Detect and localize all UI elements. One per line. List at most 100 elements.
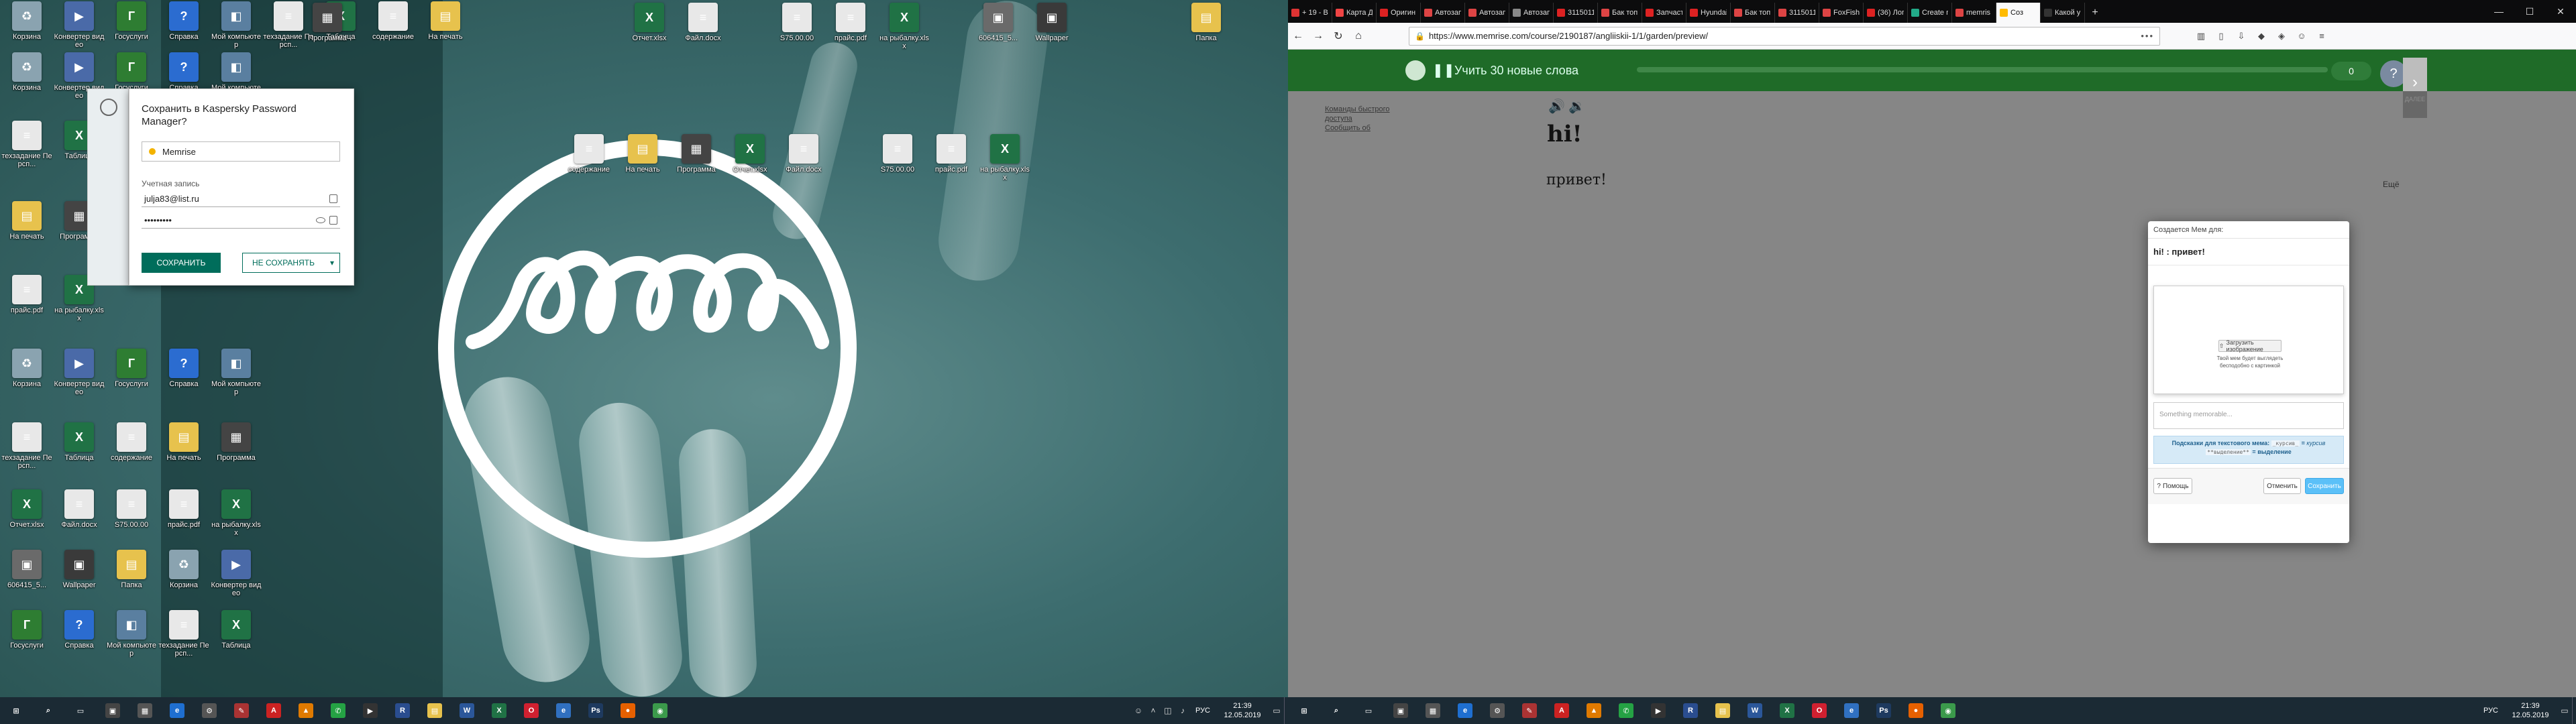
browser-tab[interactable]: 3115011	[1554, 3, 1598, 23]
taskbar-button-word[interactable]: W	[1739, 697, 1771, 724]
desktop-icon[interactable]: ? Справка	[158, 349, 209, 388]
help-button[interactable]: ? Помощь	[2153, 478, 2192, 494]
desktop-icon[interactable]: ▣ Wallpaper	[1026, 3, 1077, 42]
taskbar-button-store[interactable]: ▣	[1385, 697, 1417, 724]
url-bar[interactable]: 🔒 https://www.memrise.com/course/2190187…	[1409, 26, 2160, 46]
browser-tab[interactable]: Бак топ	[1598, 3, 1642, 23]
taskbar-button-taskview[interactable]: ▭	[1352, 697, 1385, 724]
desktop-icon[interactable]: ▦ Программа	[211, 422, 262, 462]
desktop-icon[interactable]: ? Справка	[158, 1, 209, 41]
taskbar-button-calc[interactable]: ▦	[1417, 697, 1449, 724]
taskbar-button-calc[interactable]: ▦	[129, 697, 161, 724]
desktop-icon[interactable]: ≡ Файл.docx	[678, 3, 729, 42]
desktop-icon[interactable]: ▤ На печать	[420, 1, 471, 41]
desktop-icon[interactable]: ♻ Корзина	[1, 52, 52, 92]
desktop-icon[interactable]: ≡ содержание	[564, 134, 614, 174]
taskbar-button-ie[interactable]: e	[1835, 697, 1868, 724]
taskbar-button-vlc[interactable]: ▲	[290, 697, 322, 724]
page-actions-icon[interactable]: •••	[2141, 31, 2154, 41]
taskbar-button-search[interactable]: ⌕	[32, 697, 64, 724]
taskbar-button-edge[interactable]: e	[161, 697, 193, 724]
desktop-icon[interactable]: ◧ Мой компьютер	[211, 349, 262, 396]
taskbar-button-chrome[interactable]: ◉	[1932, 697, 1964, 724]
taskbar-button-settings[interactable]: ⚙	[193, 697, 225, 724]
taskbar-button-excel[interactable]: X	[1771, 697, 1803, 724]
desktop-icon[interactable]: X Отчет.xlsx	[1, 489, 52, 529]
show-password-icon[interactable]	[316, 217, 325, 223]
browser-tab[interactable]: FoxFish	[1819, 3, 1864, 23]
taskbar-button-settings[interactable]: ⚙	[1481, 697, 1513, 724]
desktop-icon[interactable]: Xна рыбалку.xlsx	[979, 134, 1030, 182]
desktop-icon[interactable]: ≡ техзадание Персп...	[1, 121, 52, 168]
lock-icon[interactable]: 🔒	[1415, 32, 1425, 41]
copy-icon[interactable]	[329, 194, 337, 203]
notifications-icon[interactable]: ▭	[1269, 697, 1284, 724]
browser-tab[interactable]: Create m	[1908, 3, 1952, 23]
taskbar-button-search[interactable]: ⌕	[1320, 697, 1352, 724]
taskbar-button-paint[interactable]: ✎	[225, 697, 258, 724]
taskbar-button-start[interactable]: ⊞	[1288, 697, 1320, 724]
browser-tab[interactable]: Автозапча	[1509, 3, 1554, 23]
kaspersky-nosave-button[interactable]: НЕ СОХРАНЯТЬ ▾	[242, 253, 340, 273]
show-desktop-button[interactable]	[2572, 697, 2576, 724]
reload-icon[interactable]: ↻	[1328, 26, 1348, 46]
desktop-icon[interactable]: ≡ Файл.docx	[778, 134, 829, 174]
desktop-icon[interactable]: ♻ Корзина	[158, 550, 209, 589]
taskbar-button-explorer[interactable]: ▤	[1707, 697, 1739, 724]
language-indicator[interactable]: РУС	[1190, 707, 1216, 715]
taskbar-button-pdf[interactable]: A	[258, 697, 290, 724]
desktop-icon[interactable]: ≡ прайс.pdf	[1, 275, 52, 314]
desktop-icon[interactable]: ▤ Папка	[1181, 3, 1232, 42]
taskbar-button-app-r[interactable]: R	[1674, 697, 1707, 724]
kaspersky-icon[interactable]: ◈	[2274, 29, 2289, 44]
browser-tab[interactable]: Какой у	[2041, 3, 2085, 23]
desktop-icon[interactable]: ≡ техзадание Персп...	[158, 610, 209, 658]
desktop-icon[interactable]: ▶ Конвертер видео	[54, 1, 105, 49]
desktop-icon[interactable]: Г Госуслуги	[106, 52, 157, 92]
upload-image-button[interactable]: ⇧ Загрузить изображение	[2218, 339, 2282, 353]
notifications-icon[interactable]: ▭	[2557, 697, 2572, 724]
desktop-icon[interactable]: ≡ Файл.docx	[54, 489, 105, 529]
desktop-icon[interactable]: ≡ прайс.pdf	[926, 134, 977, 174]
desktop-icon[interactable]: ≡ содержание	[368, 1, 419, 41]
desktop-icon[interactable]: ≡ прайс.pdf	[825, 3, 876, 42]
taskbar-button-paint[interactable]: ✎	[1513, 697, 1546, 724]
taskbar-button-vlc[interactable]: ▲	[1578, 697, 1610, 724]
forward-icon[interactable]: →	[1308, 26, 1328, 46]
desktop-icon[interactable]: ▤ На печать	[617, 134, 668, 174]
extension-icon[interactable]: ◆	[2254, 29, 2269, 44]
account-icon[interactable]: ☺	[2294, 29, 2309, 44]
taskbar-button-start[interactable]: ⊞	[0, 697, 32, 724]
browser-tab[interactable]: Автозапч	[1421, 3, 1465, 23]
taskbar-button-player[interactable]: ▶	[1642, 697, 1674, 724]
desktop-icon[interactable]: ▤ На печать	[1, 201, 52, 241]
password-field[interactable]: •••••••••	[142, 213, 340, 229]
browser-tab[interactable]: Оригин	[1377, 3, 1421, 23]
new-tab-button[interactable]: +	[2085, 3, 2105, 23]
desktop-icon[interactable]: ◧ Мой компьютер	[106, 610, 157, 658]
login-field[interactable]: julja83@list.ru	[142, 191, 340, 207]
taskbar-button-edge[interactable]: e	[1449, 697, 1481, 724]
browser-tab[interactable]: memris	[1952, 3, 1996, 23]
desktop-icon[interactable]: X Таблица	[54, 422, 105, 462]
mem-text-input[interactable]: Something memorable...	[2153, 402, 2344, 429]
browser-tab[interactable]: 3115011	[1775, 3, 1819, 23]
browser-tab[interactable]: Hyundai	[1686, 3, 1731, 23]
desktop-icon[interactable]: ▦ Программа	[671, 134, 722, 174]
desktop-icon[interactable]: ▦ Программа	[302, 3, 353, 42]
desktop-icon[interactable]: ▤ Папка	[106, 550, 157, 589]
maximize-icon[interactable]: ☐	[2514, 0, 2545, 23]
memrise-logo-icon[interactable]	[1405, 60, 1426, 80]
clock[interactable]: 21:39 12.05.2019	[2504, 701, 2557, 720]
browser-tab[interactable]: Автозап	[1465, 3, 1509, 23]
person-icon[interactable]: ☺	[1131, 697, 1146, 724]
desktop-icon[interactable]: ≡ S75.00.00	[872, 134, 923, 174]
desktop-icon[interactable]: Г Госуслуги	[1, 610, 52, 650]
desktop-icon[interactable]: ▶ Конвертер видео	[54, 349, 105, 396]
network-icon[interactable]: ◫	[1161, 697, 1175, 724]
desktop-icon[interactable]: ▤ На печать	[158, 422, 209, 462]
download-icon[interactable]: ⇩	[2234, 29, 2249, 44]
taskbar-button-opera[interactable]: O	[1803, 697, 1835, 724]
taskbar-button-photoshop[interactable]: Ps	[1868, 697, 1900, 724]
chevron-up-icon[interactable]: ˄	[1146, 697, 1161, 724]
